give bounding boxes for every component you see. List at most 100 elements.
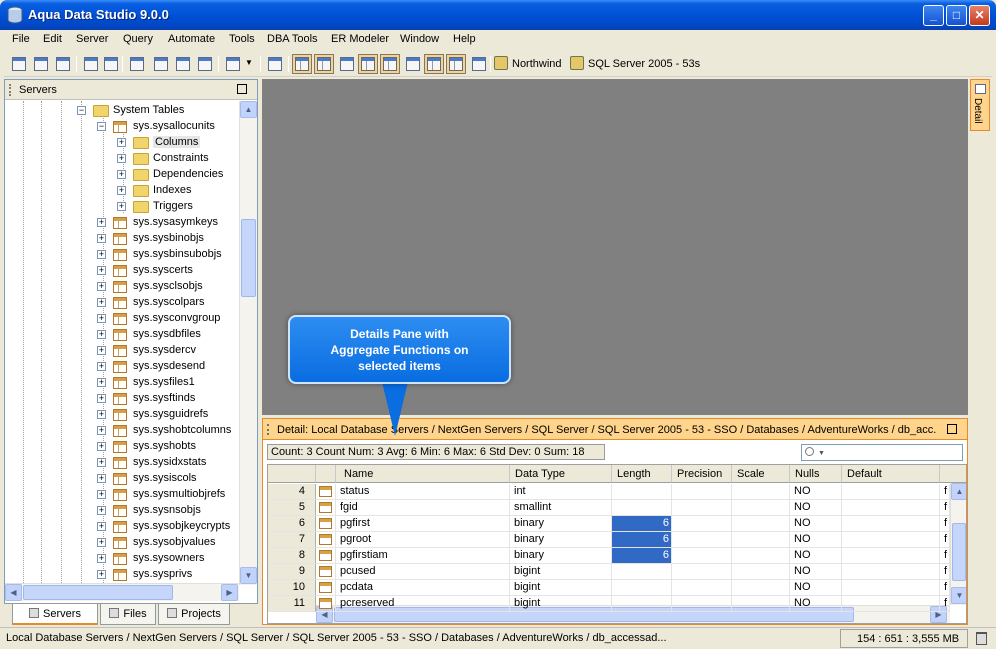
menu-edit[interactable]: Edit — [43, 33, 62, 45]
garbage-collect-icon[interactable] — [976, 632, 987, 645]
cell-num[interactable]: 9 — [268, 564, 316, 580]
edit-server-icon[interactable] — [32, 55, 50, 73]
tab-servers[interactable]: Servers — [12, 604, 98, 625]
new-server-icon[interactable] — [10, 55, 28, 73]
detail-side-tab[interactable]: Detail — [970, 79, 990, 131]
cell-length[interactable]: 6 — [612, 532, 672, 548]
collapse-icon[interactable]: − — [77, 106, 86, 115]
expand-icon[interactable]: + — [97, 426, 106, 435]
cell-empty[interactable] — [732, 564, 790, 580]
cell-extra[interactable]: f — [940, 548, 950, 564]
tree-node[interactable]: + sys.sysguidrefs — [5, 407, 239, 423]
current-database[interactable]: Northwind — [512, 58, 562, 70]
query-builder-icon[interactable] — [174, 55, 192, 73]
cell-num[interactable]: 4 — [268, 484, 316, 500]
tree-scroll-thumb[interactable] — [241, 219, 256, 297]
grid-scroll-thumb[interactable] — [952, 523, 966, 581]
tree-node[interactable]: + sys.sysbinsubobjs — [5, 247, 239, 263]
cell-empty[interactable] — [672, 596, 732, 612]
expand-icon[interactable]: + — [117, 170, 126, 179]
expand-icon[interactable]: + — [97, 442, 106, 451]
cell-length[interactable]: 6 — [612, 516, 672, 532]
expand-icon[interactable]: + — [97, 266, 106, 275]
expand-icon[interactable]: + — [97, 250, 106, 259]
menu-automate[interactable]: Automate — [168, 33, 215, 45]
tree-node[interactable]: − System Tables — [5, 103, 239, 119]
cell-empty[interactable] — [672, 500, 732, 516]
cell-empty[interactable] — [732, 500, 790, 516]
expand-icon[interactable]: + — [97, 362, 106, 371]
layout-single-icon[interactable] — [338, 55, 356, 73]
column-header-precision[interactable]: Precision — [672, 465, 732, 483]
cell-length[interactable] — [612, 596, 672, 612]
cell-empty[interactable] — [672, 564, 732, 580]
cell-name[interactable]: pcdata — [336, 580, 510, 596]
layout-detail-icon[interactable] — [380, 54, 400, 74]
column-header-name[interactable]: Name — [336, 465, 510, 483]
column-header-data-type[interactable]: Data Type — [510, 465, 612, 483]
chart-view-icon[interactable] — [446, 54, 466, 74]
expand-icon[interactable]: + — [117, 154, 126, 163]
current-server[interactable]: SQL Server 2005 - 53s — [588, 58, 700, 70]
tree-node[interactable]: + sys.sysobjkeycrypts — [5, 519, 239, 535]
tree-node[interactable]: + sys.sysowners — [5, 551, 239, 567]
cell-empty[interactable] — [732, 548, 790, 564]
cell-extra[interactable]: f — [940, 484, 950, 500]
cell-type[interactable]: binary — [510, 532, 612, 548]
cell-empty[interactable] — [732, 596, 790, 612]
column-header-length[interactable]: Length — [612, 465, 672, 483]
cell-name[interactable]: pcused — [336, 564, 510, 580]
tree-node[interactable]: + sys.syshobtcolumns — [5, 423, 239, 439]
tree-node[interactable]: + Indexes — [5, 183, 239, 199]
tree-node[interactable]: + sys.sysclsobjs — [5, 279, 239, 295]
cell-name[interactable]: pgfirst — [336, 516, 510, 532]
expand-icon[interactable]: + — [97, 490, 106, 499]
restore-icon[interactable] — [947, 424, 957, 434]
menu-query[interactable]: Query — [123, 33, 153, 45]
menu-file[interactable]: File — [12, 33, 30, 45]
expand-icon[interactable]: + — [97, 474, 106, 483]
menu-er-modeler[interactable]: ER Modeler — [331, 33, 389, 45]
cell-empty[interactable] — [842, 580, 940, 596]
cell-empty[interactable] — [842, 532, 940, 548]
expand-icon[interactable]: + — [97, 410, 106, 419]
cell-name[interactable]: pcreserved — [336, 596, 510, 612]
tree-node[interactable]: + sys.sysasymkeys — [5, 215, 239, 231]
tree-node[interactable]: + sys.sysidxstats — [5, 455, 239, 471]
cell-num[interactable]: 8 — [268, 548, 316, 564]
layout-grid-icon[interactable] — [292, 54, 312, 74]
cell-name[interactable]: pgroot — [336, 532, 510, 548]
cell-length[interactable] — [612, 484, 672, 500]
cell-nulls[interactable]: NO — [790, 564, 842, 580]
tree-node[interactable]: + sys.syshobts — [5, 439, 239, 455]
menu-window[interactable]: Window — [400, 33, 439, 45]
tree-node[interactable]: + sys.sysiscols — [5, 471, 239, 487]
cell-length[interactable] — [612, 500, 672, 516]
expand-icon[interactable]: + — [117, 138, 126, 147]
register-icon[interactable] — [82, 55, 100, 73]
tree-node[interactable]: + sys.sysmultiobjrefs — [5, 487, 239, 503]
column-header-default[interactable]: Default — [842, 465, 940, 483]
filter-input[interactable]: ▼ — [801, 444, 963, 461]
expand-icon[interactable]: + — [97, 506, 106, 515]
scroll-down-icon[interactable]: ▼ — [951, 587, 966, 604]
table-view-icon[interactable] — [470, 55, 488, 73]
cell-nulls[interactable]: NO — [790, 596, 842, 612]
cell-type[interactable]: binary — [510, 516, 612, 532]
cell-type[interactable]: bigint — [510, 596, 612, 612]
cell-empty[interactable] — [842, 516, 940, 532]
printer-icon[interactable] — [266, 55, 284, 73]
cell-num[interactable]: 11 — [268, 596, 316, 612]
tree-node[interactable]: + sys.syscolpars — [5, 295, 239, 311]
cell-nulls[interactable]: NO — [790, 484, 842, 500]
tree-node[interactable]: + sys.sysprivs — [5, 567, 239, 583]
unregister-icon[interactable] — [102, 55, 120, 73]
options-icon[interactable] — [224, 55, 242, 73]
tree-node[interactable]: + Dependencies — [5, 167, 239, 183]
restore-icon[interactable] — [237, 84, 247, 94]
cell-empty[interactable] — [672, 484, 732, 500]
menu-dba-tools[interactable]: DBA Tools — [267, 33, 318, 45]
cell-extra[interactable]: f — [940, 580, 950, 596]
cell-nulls[interactable]: NO — [790, 580, 842, 596]
tree-node[interactable]: + sys.sysdbfiles — [5, 327, 239, 343]
